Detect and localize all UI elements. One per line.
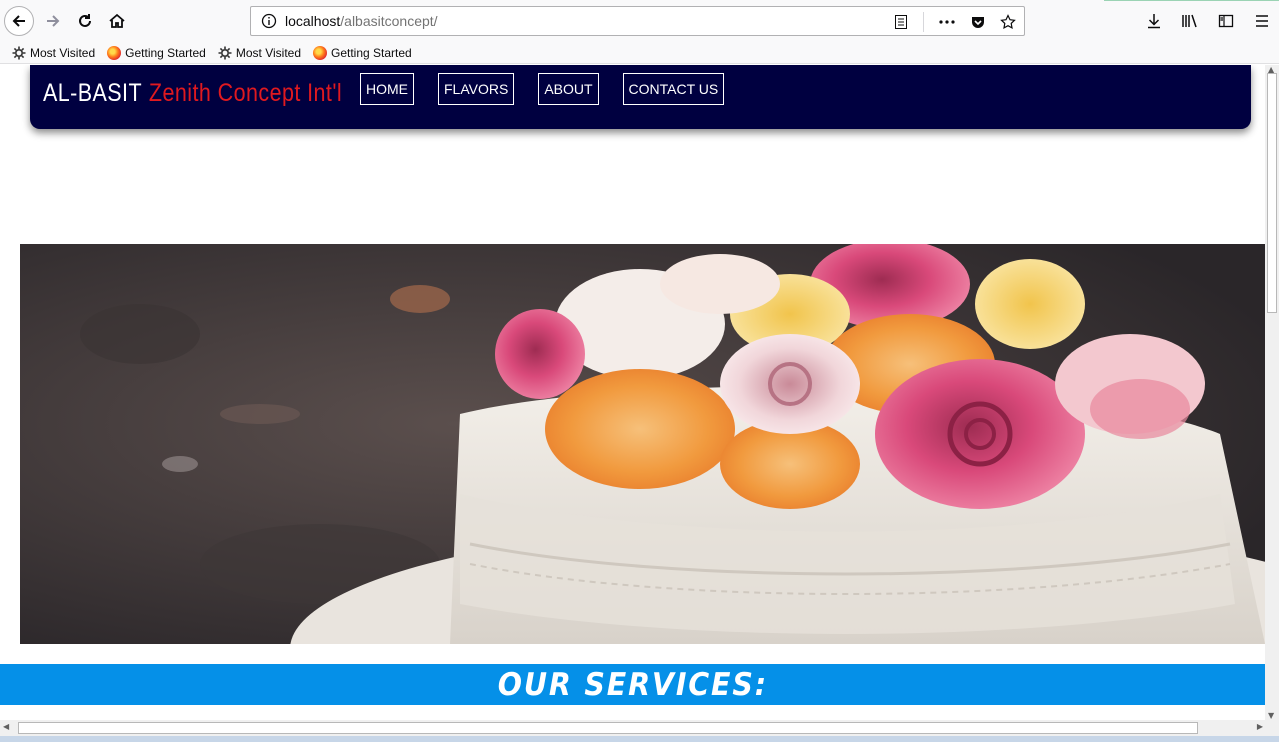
site-navbar: AL-BASIT Zenith Concept Int'l HOME FLAVOR… (30, 65, 1251, 129)
sidebar-icon (1218, 14, 1234, 28)
url-separator (923, 12, 924, 32)
services-banner: OUR SERVICES: (0, 664, 1265, 705)
services-heading: OUR SERVICES: (497, 666, 768, 703)
vertical-scroll-thumb[interactable] (1267, 73, 1277, 313)
firefox-icon (313, 45, 327, 60)
tab-accent (1104, 0, 1279, 1)
scroll-left-arrow-icon[interactable]: ◀ (3, 722, 9, 731)
bookmarks-toolbar: Most Visited Getting Started Most Visite… (0, 42, 1279, 64)
downloads-button[interactable] (1143, 10, 1165, 32)
bookmark-getting-started[interactable]: Getting Started (313, 45, 412, 60)
scroll-down-arrow-icon[interactable]: ▼ (1268, 711, 1274, 720)
bookmark-label: Most Visited (30, 45, 96, 60)
toolbar-right (1143, 10, 1273, 32)
url-host: localhost (285, 13, 341, 29)
download-icon (1148, 14, 1160, 29)
reload-button[interactable] (70, 6, 100, 36)
firefox-icon (107, 45, 122, 60)
horizontal-scroll-thumb[interactable] (18, 722, 1198, 734)
home-icon (109, 13, 125, 28)
gear-icon (218, 46, 232, 59)
vertical-scrollbar[interactable]: ▲ ▼ (1265, 65, 1279, 720)
horizontal-scrollbar[interactable]: ◀ ▶ (0, 720, 1279, 736)
browser-toolbar: localhost/albasitconcept/ (0, 0, 1279, 42)
gear-icon (12, 46, 26, 59)
os-taskbar (0, 736, 1279, 742)
home-button[interactable] (102, 6, 132, 36)
pocket-icon[interactable] (970, 14, 986, 30)
forward-button[interactable] (38, 6, 68, 36)
menu-button[interactable] (1251, 10, 1273, 32)
cake-illustration (20, 244, 1265, 644)
main-menu: HOME FLAVORS ABOUT CONTACT US (360, 73, 725, 105)
site-info-icon[interactable] (261, 13, 277, 29)
scroll-right-arrow-icon[interactable]: ▶ (1257, 722, 1263, 731)
page-viewport: AL-BASIT Zenith Concept Int'l HOME FLAVOR… (0, 65, 1265, 720)
bookmark-label: Most Visited (235, 45, 301, 60)
reader-view-icon[interactable] (893, 14, 909, 30)
bookmark-label: Getting Started (125, 45, 206, 60)
url-actions (893, 12, 1016, 32)
brand-main: AL-BASIT (43, 79, 143, 107)
reload-icon (79, 14, 91, 27)
bookmark-most-visited[interactable]: Most Visited (12, 46, 95, 60)
library-button[interactable] (1179, 10, 1201, 32)
back-arrow-icon (12, 15, 25, 27)
hamburger-menu-icon (1256, 15, 1268, 27)
brand-sub: Zenith Concept Int'l (148, 79, 343, 107)
menu-item-flavors[interactable]: FLAVORS (438, 73, 515, 105)
url-bar[interactable]: localhost/albasitconcept/ (250, 6, 1025, 36)
back-button[interactable] (4, 6, 34, 36)
forward-arrow-icon (47, 15, 60, 27)
bookmark-label: Getting Started (331, 45, 412, 60)
bookmark-most-visited[interactable]: Most Visited (218, 46, 301, 60)
menu-item-home[interactable]: HOME (360, 73, 414, 105)
hero-cake-image (20, 244, 1265, 644)
bookmark-getting-started[interactable]: Getting Started (107, 45, 206, 60)
menu-item-about[interactable]: ABOUT (538, 73, 599, 105)
url-path: /albasitconcept/ (340, 13, 438, 29)
sidebar-button[interactable] (1215, 10, 1237, 32)
page-actions-icon[interactable] (938, 14, 956, 30)
url-text[interactable]: localhost/albasitconcept/ (285, 13, 438, 29)
library-icon (1182, 14, 1197, 28)
menu-item-contact[interactable]: CONTACT US (622, 73, 725, 105)
bookmark-star-icon[interactable] (1000, 14, 1016, 30)
site-brand[interactable]: AL-BASIT Zenith Concept Int'l (43, 79, 342, 108)
